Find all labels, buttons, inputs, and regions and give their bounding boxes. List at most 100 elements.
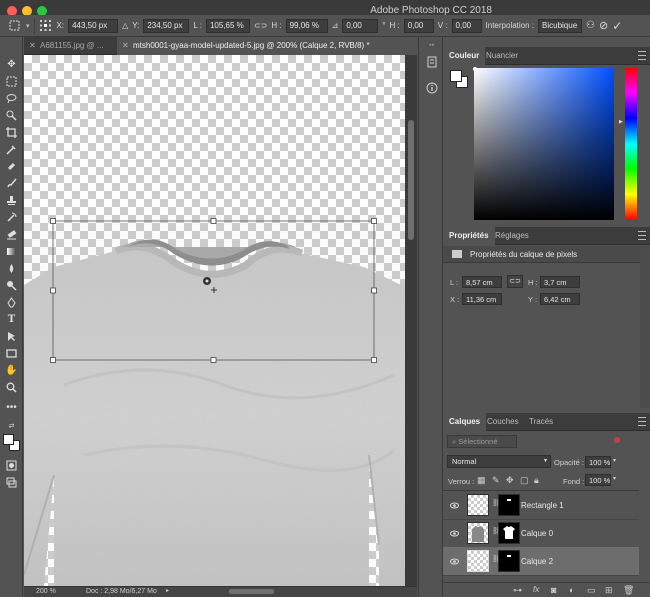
adjustment-layer-icon[interactable]: ◐ bbox=[569, 585, 574, 595]
link-dimensions-icon[interactable]: ⊂⊃ bbox=[507, 275, 523, 288]
move-tool-icon[interactable]: ✥ bbox=[4, 57, 19, 72]
tab-couleur[interactable]: Couleur bbox=[443, 47, 486, 65]
quick-select-tool-icon[interactable] bbox=[4, 108, 19, 123]
tab-couches[interactable]: Couches bbox=[481, 413, 525, 431]
layer-row[interactable]: ⛓ Calque 0 bbox=[443, 519, 639, 548]
tab-traces[interactable]: Tracés bbox=[523, 413, 559, 431]
tab-reglages[interactable]: Réglages bbox=[489, 227, 535, 245]
cancel-transform-icon[interactable]: ⊘ bbox=[599, 19, 608, 32]
prop-height-input[interactable]: 3,7 cm bbox=[540, 276, 580, 288]
lock-pixels-icon[interactable]: ✎ bbox=[492, 475, 500, 486]
interpolation-select[interactable]: Bicubique bbox=[538, 18, 583, 33]
quick-mask-icon[interactable] bbox=[4, 458, 19, 473]
group-layers-icon[interactable]: ▭ bbox=[587, 585, 596, 596]
opacity-input[interactable]: 100 % bbox=[585, 456, 611, 468]
tab-proprietes[interactable]: Propriétés bbox=[443, 227, 495, 245]
crop-tool-icon[interactable] bbox=[4, 125, 19, 140]
prop-x-label: X : bbox=[450, 295, 460, 304]
lock-position-icon[interactable]: ✥ bbox=[506, 475, 514, 486]
link-layers-icon[interactable]: ⊶ bbox=[513, 585, 522, 596]
color-foreground-swatch[interactable] bbox=[450, 70, 462, 82]
visibility-eye-icon[interactable] bbox=[450, 557, 459, 566]
zoom-level[interactable]: 200 % bbox=[36, 587, 56, 597]
lock-transparency-icon[interactable]: ▦ bbox=[477, 475, 486, 486]
doc-tab-2[interactable]: ✕ mtsh0001-gyaa-model-updated-5.jpg @ 20… bbox=[117, 37, 419, 55]
reference-point-icon[interactable] bbox=[39, 19, 53, 33]
color-picker-handle[interactable] bbox=[473, 67, 477, 71]
panel-menu-icon[interactable] bbox=[638, 417, 646, 426]
fill-chevron-icon[interactable]: ▾ bbox=[613, 475, 616, 482]
canvas[interactable] bbox=[24, 55, 405, 586]
height-scale-input[interactable]: 99,06 % bbox=[285, 18, 328, 33]
history-panel-icon[interactable] bbox=[424, 54, 440, 70]
visibility-eye-icon[interactable] bbox=[450, 501, 459, 510]
move-tool-preset-icon[interactable] bbox=[6, 19, 22, 33]
blend-mode-select[interactable]: Normal ▾ bbox=[447, 455, 551, 468]
doc-tab-1[interactable]: ✕ A681155.jpg @ ... bbox=[24, 37, 116, 55]
preset-chevron-icon[interactable]: ▾ bbox=[26, 22, 30, 30]
tab-calques[interactable]: Calques bbox=[443, 413, 487, 431]
prop-width-input[interactable]: 8,57 cm bbox=[462, 276, 502, 288]
x-input[interactable]: 443,50 px bbox=[68, 18, 119, 33]
clone-stamp-tool-icon[interactable] bbox=[4, 193, 19, 208]
info-panel-icon[interactable] bbox=[424, 80, 440, 96]
prop-x-input[interactable]: 11,36 cm bbox=[462, 293, 502, 305]
delete-layer-icon[interactable]: 🗑︎ bbox=[623, 585, 634, 596]
add-mask-icon[interactable]: ◙ bbox=[551, 585, 556, 595]
screen-mode-icon[interactable] bbox=[4, 475, 19, 490]
layer-filter-select[interactable]: ⌕ Sélectionné bbox=[447, 435, 517, 448]
path-select-tool-icon[interactable] bbox=[4, 329, 19, 344]
color-picker-field[interactable] bbox=[474, 68, 614, 220]
width-scale-input[interactable]: 105,65 % bbox=[205, 18, 250, 33]
history-brush-tool-icon[interactable] bbox=[4, 210, 19, 225]
layer-row[interactable]: ⛓ Rectangle 1 bbox=[443, 491, 639, 520]
blur-tool-icon[interactable] bbox=[4, 261, 19, 276]
lock-artboard-icon[interactable]: ▢ bbox=[520, 475, 529, 486]
prop-y-input[interactable]: 6,42 cm bbox=[540, 293, 580, 305]
panel-menu-icon[interactable] bbox=[638, 51, 646, 60]
panel-menu-icon[interactable] bbox=[638, 231, 646, 240]
close-tab-icon[interactable]: ✕ bbox=[29, 37, 36, 55]
close-tab-icon[interactable]: ✕ bbox=[122, 37, 129, 55]
brush-tool-icon[interactable] bbox=[4, 176, 19, 191]
filter-toggle-icon[interactable] bbox=[614, 437, 620, 443]
link-icon[interactable]: ⊂⊃ bbox=[254, 21, 267, 30]
layer-style-icon[interactable]: fx bbox=[533, 585, 539, 594]
lasso-tool-icon[interactable] bbox=[4, 91, 19, 106]
commit-transform-icon[interactable]: ✓ bbox=[612, 19, 622, 33]
opacity-chevron-icon[interactable]: ▾ bbox=[613, 457, 616, 464]
rectangle-tool-icon[interactable] bbox=[4, 346, 19, 361]
properties-scrollbar[interactable] bbox=[640, 248, 650, 408]
tab-nuancier[interactable]: Nuancier bbox=[480, 47, 524, 65]
marquee-tool-icon[interactable] bbox=[4, 74, 19, 89]
lock-all-icon[interactable]: 🔒︎ bbox=[534, 475, 539, 486]
pen-tool-icon[interactable] bbox=[4, 295, 19, 310]
vskew-input[interactable]: 0,00 bbox=[451, 18, 482, 33]
collapse-icon[interactable]: ▸▸ bbox=[422, 43, 442, 48]
swap-colors-icon[interactable]: ⇄ bbox=[4, 418, 19, 433]
hand-tool-icon[interactable]: ✋ bbox=[4, 363, 19, 378]
hue-slider-handle-icon[interactable]: ▶ bbox=[619, 120, 624, 125]
y-input[interactable]: 234,50 px bbox=[143, 18, 190, 33]
fill-input[interactable]: 100 % bbox=[585, 474, 611, 486]
visibility-eye-icon[interactable] bbox=[450, 529, 459, 538]
more-tools-icon[interactable]: ••• bbox=[4, 400, 19, 415]
zoom-tool-icon[interactable] bbox=[4, 380, 19, 395]
type-tool-icon[interactable]: T bbox=[4, 312, 19, 327]
healing-brush-tool-icon[interactable] bbox=[4, 159, 19, 174]
warp-icon[interactable]: ⚇ bbox=[586, 20, 595, 31]
dodge-tool-icon[interactable] bbox=[4, 278, 19, 293]
new-layer-icon[interactable]: ⊞ bbox=[605, 585, 613, 596]
vertical-scrollbar-thumb[interactable] bbox=[408, 120, 414, 240]
hue-slider[interactable] bbox=[625, 68, 637, 220]
foreground-color-swatch[interactable] bbox=[3, 434, 14, 445]
layer-row-selected[interactable]: ⛓ Calque 2 bbox=[443, 547, 639, 576]
hskew-input[interactable]: 0,00 bbox=[403, 18, 434, 33]
angle-input[interactable]: 0,00 bbox=[342, 18, 379, 33]
horizontal-scrollbar-thumb[interactable] bbox=[229, 589, 274, 594]
delta-icon[interactable]: △ bbox=[122, 21, 128, 30]
eraser-tool-icon[interactable] bbox=[4, 227, 19, 242]
gradient-tool-icon[interactable] bbox=[4, 244, 19, 259]
eyedropper-tool-icon[interactable] bbox=[4, 142, 19, 157]
status-arrow-icon[interactable]: ▸ bbox=[166, 588, 170, 594]
